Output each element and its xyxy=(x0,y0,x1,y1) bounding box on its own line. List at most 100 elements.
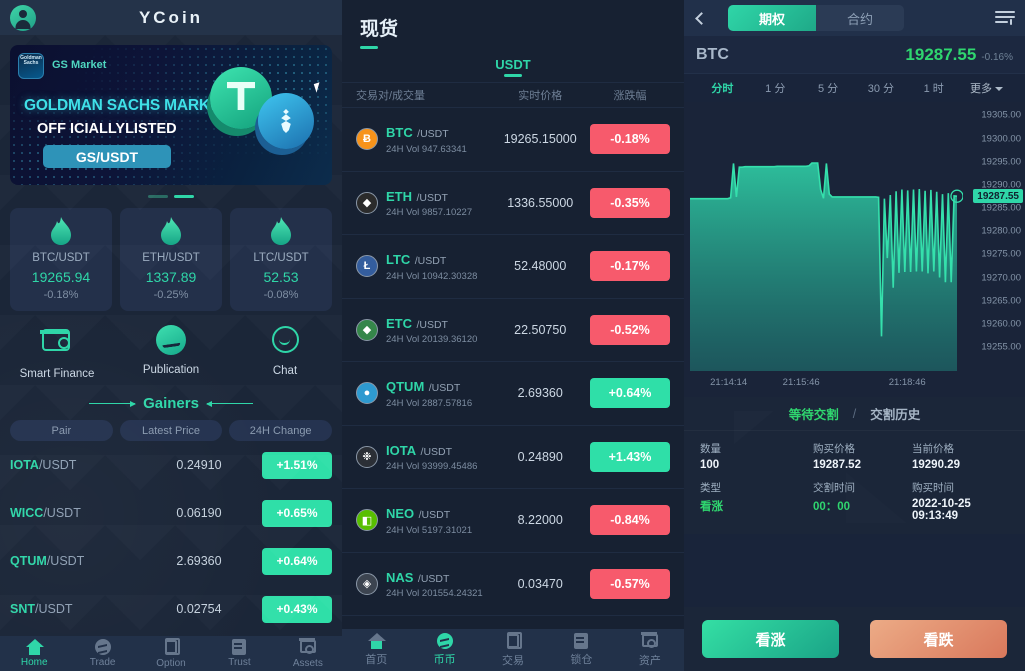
assets-icon xyxy=(299,640,316,653)
list-item[interactable]: IOTA/USDT 0.24910 +1.51% xyxy=(0,441,342,489)
tab-exchange[interactable]: 交易 xyxy=(479,633,547,668)
column-header-pair[interactable]: Pair xyxy=(10,420,113,441)
table-row[interactable]: ◆ ETH /USDT 24H Vol 9857.10227 1336.55000 -0… xyxy=(342,172,684,235)
order-field-settlement-time: 交割时间 00：00 xyxy=(813,480,906,522)
tab-contract-mode[interactable]: 合约 xyxy=(816,5,904,31)
timeframe-5m[interactable]: 5 分 xyxy=(802,80,855,96)
table-row[interactable]: Ł LTC /USDT 24H Vol 10942.30328 52.48000 -0.… xyxy=(342,235,684,299)
coin-icon: ● xyxy=(356,382,378,405)
tab-assets[interactable]: 资产 xyxy=(616,632,684,668)
table-row[interactable]: ❉ IOTA /USDT 24H Vol 93999.45486 0.24890 +1.… xyxy=(342,426,684,489)
table-row[interactable]: Ƀ BTC /USDT 24H Vol 947.63341 19265.15000 -0… xyxy=(342,108,684,172)
gainer-quote: /USDT xyxy=(46,554,85,568)
list-item[interactable]: WICC/USDT 0.06190 +0.65% xyxy=(0,489,342,537)
column-header-pair-volume: 交易对/成交量 xyxy=(356,90,426,102)
gainer-base: SNT xyxy=(10,602,35,616)
coin-quote: /USDT xyxy=(418,509,451,522)
list-item[interactable]: QTUM/USDT 2.69360 +0.64% xyxy=(0,537,342,585)
field-value: 00：00 xyxy=(813,501,851,513)
table-row[interactable]: ◈ NAS /USDT 24H Vol 201554.24321 0.03470 -0.… xyxy=(342,553,684,616)
coin-symbol: LTC xyxy=(386,252,411,268)
tab-coin-trade[interactable]: 币币 xyxy=(410,633,478,667)
market-tile[interactable]: BTC/USDT 19265.94 -0.18% xyxy=(10,208,112,311)
promo-banner[interactable]: Goldman Sachs GS Market GOLDMAN SACHS MA… xyxy=(10,45,332,185)
tile-price: 19265.94 xyxy=(31,269,91,285)
home-header: YCoin xyxy=(0,0,342,35)
coin-change: +1.43% xyxy=(590,441,670,472)
quick-action-label: Chat xyxy=(272,365,298,377)
list-menu-icon[interactable] xyxy=(995,11,1015,25)
y-axis-tick: 19260.00 xyxy=(981,318,1021,330)
tab-option-mode[interactable]: 期权 xyxy=(728,5,816,31)
coin-change: -0.17% xyxy=(590,251,670,282)
trade-icon xyxy=(94,639,111,655)
gainer-base: QTUM xyxy=(10,554,47,568)
coin-volume: 24H Vol 10942.30328 xyxy=(386,270,478,282)
buy-down-button[interactable]: 看跌 xyxy=(870,620,1007,658)
table-row[interactable]: ◆ ETC /USDT 24H Vol 20139.36120 22.50750 -0.… xyxy=(342,299,684,362)
tab-label: 锁仓 xyxy=(570,654,593,666)
column-header-change[interactable]: 24H Change xyxy=(229,420,333,441)
bottom-tabbar: Home Trade Option Trust Assets xyxy=(0,636,342,671)
tile-change: -0.08% xyxy=(263,289,299,301)
list-item[interactable]: SNT/USDT 0.02754 +0.43% xyxy=(0,585,342,633)
app-title: YCoin xyxy=(138,7,204,27)
quick-action-publication[interactable]: Publication xyxy=(114,325,228,380)
tab-lock-position[interactable]: 锁仓 xyxy=(547,633,615,667)
table-row[interactable]: ● QTUM /USDT 24H Vol 2887.57816 2.69360 +0.6… xyxy=(342,362,684,426)
coin-quote: /USDT xyxy=(416,191,448,204)
gainer-price: 0.02754 xyxy=(176,602,222,616)
timeframe-1m[interactable]: 1 分 xyxy=(749,80,802,96)
option-header: 期权 合约 xyxy=(684,0,1025,36)
gainer-base: IOTA xyxy=(10,458,39,472)
column-header-price[interactable]: Latest Price xyxy=(119,420,223,441)
coin-price: 1336.55000 xyxy=(507,195,574,210)
tab-pending-settlement[interactable]: 等待交割 xyxy=(789,404,839,423)
tab-trust[interactable]: Trust xyxy=(205,639,273,668)
tab-home[interactable]: 首页 xyxy=(342,633,410,667)
column-header-change: 涨跌幅 xyxy=(613,90,647,102)
spot-header: 现货 xyxy=(342,0,684,49)
price-chart[interactable]: 19305.00 19300.00 19295.00 19290.00 19285.00… xyxy=(684,102,1025,397)
chart-canvas xyxy=(690,162,963,371)
back-chevron-icon[interactable] xyxy=(695,11,708,25)
banner-dot-1[interactable] xyxy=(148,195,168,198)
coin-quote: /USDT xyxy=(414,255,447,268)
field-label: 类型 xyxy=(700,482,721,494)
y-axis-tick: 19255.00 xyxy=(981,341,1021,353)
market-tile[interactable]: LTC/USDT 52.53 -0.08% xyxy=(230,208,332,311)
buy-up-button[interactable]: 看涨 xyxy=(702,620,839,658)
tab-settlement-history[interactable]: 交割历史 xyxy=(870,404,920,423)
banner-dot-2[interactable] xyxy=(174,195,194,198)
chart-x-axis: 21:14:14 21:15:46 21:18:46 xyxy=(684,377,963,393)
bottom-tabbar: 首页 币币 交易 锁仓 资产 xyxy=(342,629,684,671)
assets-icon xyxy=(641,634,658,647)
tile-price: 1337.89 xyxy=(145,269,197,285)
banner-pair-badge[interactable]: GS/USDT xyxy=(43,145,171,168)
coin-symbol: NAS xyxy=(386,569,414,585)
page-title: 现货 xyxy=(360,19,399,40)
tab-assets[interactable]: Assets xyxy=(274,638,342,669)
title-underline xyxy=(360,46,378,49)
quick-action-chat[interactable]: Chat xyxy=(228,325,342,380)
timeframe-30m[interactable]: 30 分 xyxy=(854,80,907,96)
table-row[interactable]: ◧ NEO /USDT 24H Vol 5197.31021 8.22000 -0.84… xyxy=(342,489,684,553)
quick-action-smart-finance[interactable]: Smart Finance xyxy=(0,325,114,380)
tab-usdt[interactable]: USDT xyxy=(495,57,530,77)
x-axis-tick: 21:14:14 xyxy=(710,377,748,388)
tab-option[interactable]: Option xyxy=(137,639,205,669)
tab-trade[interactable]: Trade xyxy=(68,639,136,668)
coin-price: 2.69360 xyxy=(517,386,563,401)
timeframe-1h[interactable]: 1 时 xyxy=(907,80,960,96)
coin-quote: /USDT xyxy=(417,128,449,141)
gainers-title: Gainers xyxy=(143,395,199,412)
gainer-change: +0.43% xyxy=(262,595,332,623)
timeframe-more[interactable]: 更多 xyxy=(960,80,1013,96)
tab-label: Trade xyxy=(89,657,116,668)
tab-home[interactable]: Home xyxy=(0,639,68,668)
market-tile[interactable]: ETH/USDT 1337.89 -0.25% xyxy=(120,208,222,311)
symbol-bar: BTC 19287.55 -0.16% xyxy=(684,36,1025,74)
timeframe-fenshi[interactable]: 分时 xyxy=(696,80,749,96)
coin-icon: ◈ xyxy=(356,572,378,595)
coin-price: 22.50750 xyxy=(514,322,567,337)
